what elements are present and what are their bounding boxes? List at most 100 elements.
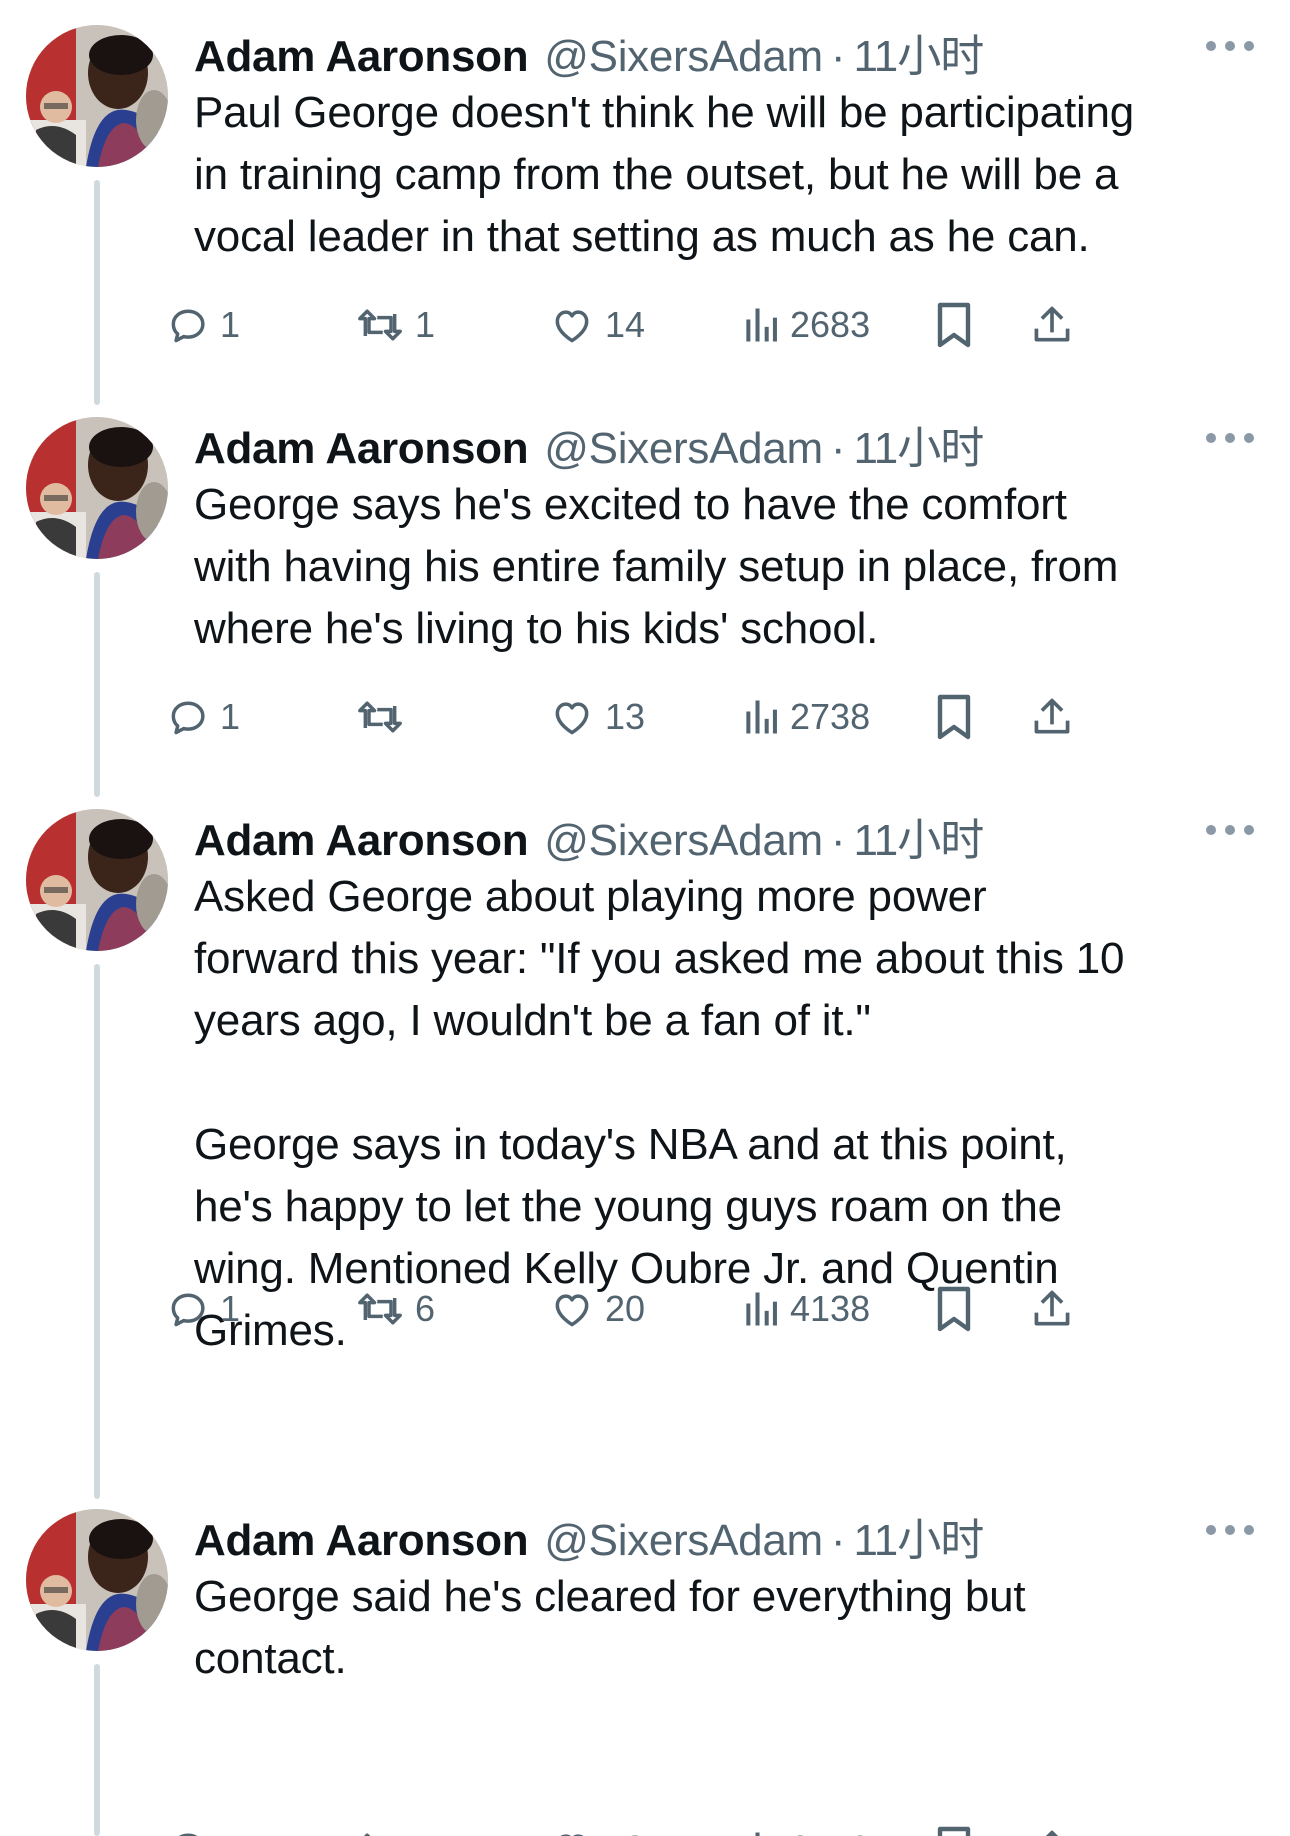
thread-line <box>94 572 100 797</box>
more-icon[interactable] <box>1206 1518 1254 1542</box>
reply-count: 1 <box>220 1288 241 1329</box>
timestamp[interactable]: 11小时 <box>854 412 985 476</box>
bookmark-button[interactable] <box>934 687 974 747</box>
bookmark-button[interactable] <box>934 1819 974 1836</box>
views-button[interactable]: 4138 <box>742 1279 870 1339</box>
avatar[interactable] <box>26 417 168 559</box>
share-icon <box>1030 302 1074 348</box>
bookmark-icon <box>934 1285 974 1333</box>
retweet-button[interactable] <box>355 1819 415 1836</box>
views-button[interactable]: 2683 <box>742 295 870 355</box>
views-icon <box>742 1827 780 1836</box>
views-icon <box>742 303 780 347</box>
bookmark-button[interactable] <box>934 1279 974 1339</box>
retweet-count: 6 <box>415 1288 436 1329</box>
thread-feed: Adam Aaronson @SixersAdam · 11小时 Paul Ge… <box>0 0 1290 1836</box>
separator-dot: · <box>830 816 846 865</box>
reply-icon <box>166 1827 210 1836</box>
bookmark-icon <box>934 1825 974 1836</box>
share-button[interactable] <box>1030 1279 1074 1339</box>
tweet-text: George said he's cleared for everything … <box>194 1572 1026 1683</box>
reply-button[interactable]: 1 <box>166 295 240 355</box>
separator-dot: · <box>830 1516 846 1565</box>
reply-count: 1 <box>220 1828 240 1836</box>
more-icon[interactable] <box>1206 818 1254 842</box>
author-name[interactable]: Adam Aaronson <box>194 424 529 474</box>
retweet-count: 1 <box>415 304 436 345</box>
author-handle[interactable]: @SixersAdam <box>544 1516 823 1566</box>
author-handle[interactable]: @SixersAdam <box>544 32 823 82</box>
retweet-button[interactable] <box>355 687 415 747</box>
more-icon[interactable] <box>1206 426 1254 450</box>
tweet-header: Adam Aaronson @SixersAdam · 11小时 <box>194 804 1260 865</box>
author-name[interactable]: Adam Aaronson <box>194 32 529 82</box>
tweet[interactable]: Adam Aaronson @SixersAdam · 11小时 George … <box>0 1484 1290 1836</box>
reply-count: 1 <box>220 696 241 737</box>
thread-line <box>94 1664 100 1836</box>
author-name[interactable]: Adam Aaronson <box>194 816 529 866</box>
tweet-text: George says he's excited to have the com… <box>194 480 1119 653</box>
avatar[interactable] <box>26 809 168 951</box>
separator-dot: · <box>830 32 846 81</box>
tweet-header: Adam Aaronson @SixersAdam · 11小时 <box>194 412 1260 473</box>
tweet-text: Paul George doesn't think he will be par… <box>194 88 1135 261</box>
avatar[interactable] <box>26 1509 168 1651</box>
like-count: 13 <box>605 696 646 737</box>
thread-line <box>94 964 100 1499</box>
author-handle[interactable]: @SixersAdam <box>544 816 823 866</box>
views-button[interactable]: 2710 <box>742 1819 870 1836</box>
timestamp[interactable]: 11小时 <box>854 804 985 868</box>
views-count: 4138 <box>790 1288 871 1329</box>
tweet[interactable]: Adam Aaronson @SixersAdam · 11小时 George … <box>0 392 1290 784</box>
like-button[interactable]: 14 <box>549 295 645 355</box>
views-button[interactable]: 2738 <box>742 687 870 747</box>
separator-dot: · <box>830 424 846 473</box>
reply-icon <box>166 695 210 739</box>
author-name[interactable]: Adam Aaronson <box>194 1516 529 1566</box>
like-count: 14 <box>605 304 646 345</box>
tweet-header: Adam Aaronson @SixersAdam · 11小时 <box>194 20 1260 81</box>
author-handle[interactable]: @SixersAdam <box>544 424 823 474</box>
tweet[interactable]: Adam Aaronson @SixersAdam · 11小时 Paul Ge… <box>0 0 1290 392</box>
retweet-icon <box>355 1827 405 1836</box>
share-button[interactable] <box>1030 687 1074 747</box>
share-icon <box>1030 1286 1074 1332</box>
heart-icon <box>549 1827 595 1836</box>
views-count: 2683 <box>790 304 871 345</box>
share-icon <box>1030 1826 1074 1836</box>
action-bar: 1 13 2738 <box>0 687 1290 747</box>
like-button[interactable]: 20 <box>549 1279 645 1339</box>
timestamp[interactable]: 11小时 <box>854 20 985 84</box>
bookmark-button[interactable] <box>934 295 974 355</box>
action-bar: 1 6 20 4138 <box>0 1279 1290 1339</box>
share-button[interactable] <box>1030 1819 1074 1836</box>
avatar[interactable] <box>26 25 168 167</box>
reply-icon <box>166 303 210 347</box>
thread-line <box>94 180 100 405</box>
views-count: 2710 <box>790 1828 870 1836</box>
action-bar: 1 13 2710 <box>0 1819 1290 1836</box>
heart-icon <box>549 303 595 347</box>
more-icon[interactable] <box>1206 34 1254 58</box>
tweet[interactable]: Adam Aaronson @SixersAdam · 11小时 Asked G… <box>0 784 1290 1484</box>
reply-button[interactable]: 1 <box>166 1819 240 1836</box>
timestamp[interactable]: 11小时 <box>854 1504 985 1568</box>
retweet-icon <box>355 303 405 347</box>
heart-icon <box>549 695 595 739</box>
retweet-icon <box>355 695 405 739</box>
action-bar: 1 1 14 2683 <box>0 295 1290 355</box>
bookmark-icon <box>934 693 974 741</box>
bookmark-icon <box>934 301 974 349</box>
retweet-button[interactable]: 1 <box>355 295 435 355</box>
views-icon <box>742 1287 780 1331</box>
share-button[interactable] <box>1030 295 1074 355</box>
reply-count: 1 <box>220 304 241 345</box>
like-count: 13 <box>605 1828 645 1836</box>
like-button[interactable]: 13 <box>549 687 645 747</box>
tweet-header: Adam Aaronson @SixersAdam · 11小时 <box>194 1504 1260 1565</box>
like-button[interactable]: 13 <box>549 1819 645 1836</box>
reply-button[interactable]: 1 <box>166 687 240 747</box>
retweet-button[interactable]: 6 <box>355 1279 435 1339</box>
views-count: 2738 <box>790 696 871 737</box>
reply-button[interactable]: 1 <box>166 1279 240 1339</box>
